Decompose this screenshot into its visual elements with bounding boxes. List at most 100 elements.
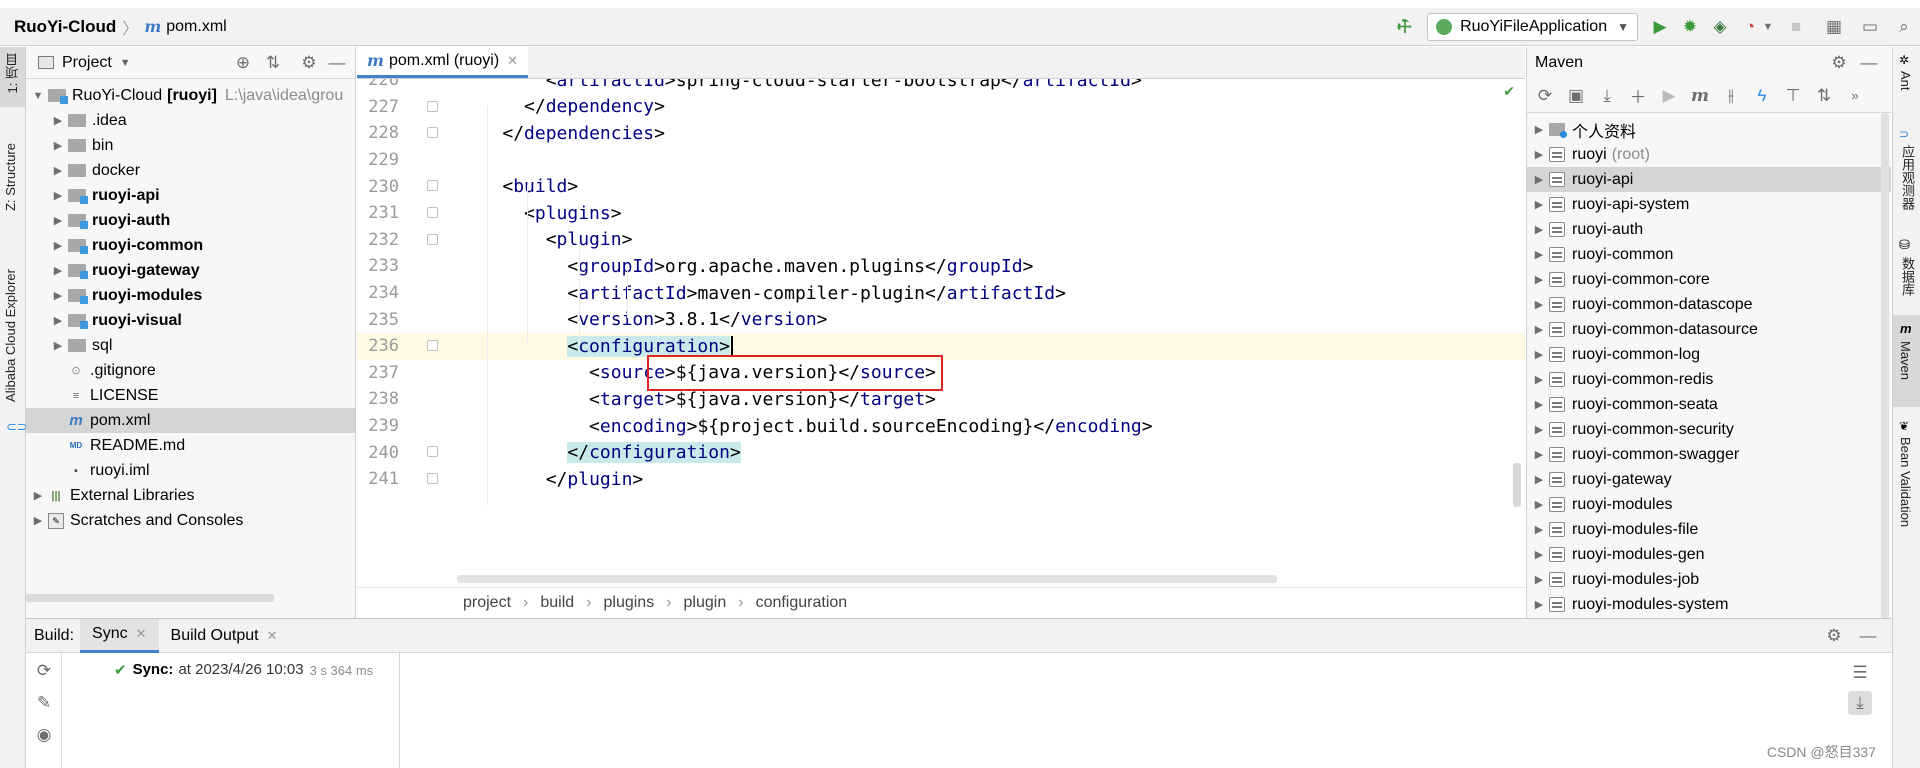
collapsed-arrow-icon[interactable]: ▶ (1529, 323, 1549, 336)
gear-icon[interactable]: ⚙ (297, 51, 321, 75)
collapsed-arrow-icon[interactable]: ▶ (1529, 373, 1549, 386)
tree-item[interactable]: ▶ .idea (26, 108, 355, 133)
stop-icon[interactable]: ■ (1784, 15, 1808, 39)
collapsed-arrow-icon[interactable]: ▶ (1529, 298, 1549, 311)
code-line[interactable]: 240 </configuration> (357, 439, 1525, 466)
layout-icon[interactable]: ▭ (1858, 15, 1882, 39)
collapsed-arrow-icon[interactable]: ▶ (48, 289, 68, 302)
close-tab-icon[interactable]: ✕ (136, 626, 147, 642)
run-maven-icon[interactable]: ▶ (1657, 84, 1681, 108)
tree-file[interactable]: ▪ ruoyi.iml (26, 458, 355, 483)
build-tree[interactable]: ✔ Sync: at 2023/4/26 10:03 3 s 364 ms (62, 653, 400, 768)
code-line[interactable]: 230 <build> (357, 173, 1525, 200)
profile-dropdown-icon[interactable]: ▼ (1762, 15, 1774, 39)
collapsed-arrow-icon[interactable]: ▶ (1529, 148, 1549, 161)
fold-marker-icon[interactable] (427, 207, 438, 218)
collapsed-arrow-icon[interactable]: ▶ (1529, 348, 1549, 361)
maven-project-item[interactable]: ▶ ruoyi-api-system (1527, 192, 1891, 217)
code-line[interactable]: 227 </dependency> (357, 94, 1525, 121)
fold-marker-icon[interactable] (427, 100, 438, 112)
tree-item[interactable]: ▶ ruoyi-visual (26, 308, 355, 333)
editor-horizontal-scrollbar[interactable] (457, 575, 1277, 583)
breadcrumb-item[interactable]: plugins (604, 594, 655, 612)
breadcrumb-item[interactable]: plugin (684, 594, 727, 612)
collapsed-arrow-icon[interactable]: ▶ (1529, 548, 1549, 561)
collapsed-arrow-icon[interactable]: ▶ (48, 214, 68, 227)
maven-project-item[interactable]: ▶ ruoyi-common-log (1527, 342, 1891, 367)
gear-icon[interactable]: ⚙ (1822, 624, 1846, 648)
tree-file[interactable]: ⊙ .gitignore (26, 358, 355, 383)
debug-icon[interactable]: ✹ (1678, 15, 1702, 39)
add-icon[interactable]: ＋ (1626, 84, 1650, 108)
tree-item[interactable]: ▶ bin (26, 133, 355, 158)
maven-project-item[interactable]: ▶ ruoyi-common-swagger (1527, 442, 1891, 467)
collapsed-arrow-icon[interactable]: ▶ (1529, 473, 1549, 486)
tab-build-output[interactable]: Build Output ✕ (159, 619, 290, 653)
maven-project-item[interactable]: ▶ ruoyi-common-security (1527, 417, 1891, 442)
tool-tab-bean-validation[interactable]: Bean Validation (1898, 437, 1913, 527)
tab-pom-xml[interactable]: m pom.xml (ruoyi) ✕ (357, 46, 529, 78)
breadcrumb-item[interactable]: build (540, 594, 574, 612)
tree-external-libraries[interactable]: ▶ ||| External Libraries (26, 483, 355, 508)
collapsed-arrow-icon[interactable]: ▶ (1529, 398, 1549, 411)
maven-project-item[interactable]: ▶ ruoyi-common-redis (1527, 367, 1891, 392)
collapsed-arrow-icon[interactable]: ▶ (1529, 448, 1549, 461)
download-icon[interactable]: ⤓ (1595, 84, 1619, 108)
tool-tab-alibaba-cloud[interactable]: Alibaba Cloud Explorer (3, 269, 18, 402)
collapsed-arrow-icon[interactable]: ▶ (48, 139, 68, 152)
tree-item[interactable]: ▶ ruoyi-modules (26, 283, 355, 308)
reload-icon[interactable]: ⟳ (1533, 84, 1557, 108)
vertical-scrollbar[interactable] (1513, 463, 1521, 507)
code-line[interactable]: 241 </plugin> (357, 466, 1525, 493)
collapsed-arrow-icon[interactable]: ▶ (1529, 498, 1549, 511)
tree-item[interactable]: ▶ ruoyi-common (26, 233, 355, 258)
code-line[interactable]: 229 (357, 147, 1525, 174)
collapse-all-icon[interactable]: ⇅ (1812, 84, 1836, 108)
collapsed-arrow-icon[interactable]: ▶ (1529, 173, 1549, 186)
code-line[interactable]: 226 <artifactId>spring-cloud-starter-boo… (357, 79, 1525, 94)
code-editor[interactable]: 226 <artifactId>spring-cloud-starter-boo… (357, 79, 1525, 587)
code-line[interactable]: 235 <version>3.8.1</version> (357, 306, 1525, 333)
tool-tab-ant[interactable]: Ant (1898, 71, 1913, 91)
close-tab-icon[interactable]: ✕ (267, 628, 278, 644)
profile-icon[interactable]: ◔ (1738, 15, 1762, 39)
breadcrumb-project[interactable]: RuoYi-Cloud (14, 17, 116, 37)
code-line[interactable]: 234 <artifactId>maven-compiler-plugin</a… (357, 280, 1525, 307)
collapsed-arrow-icon[interactable]: ▶ (1529, 248, 1549, 261)
maven-project-item[interactable]: ▶ ruoyi-common-core (1527, 267, 1891, 292)
tree-file[interactable]: MD README.md (26, 433, 355, 458)
collapsed-arrow-icon[interactable]: ▶ (1529, 123, 1549, 136)
maven-project-item[interactable]: ▶ ruoyi-api (1527, 167, 1891, 192)
more-icon[interactable]: » (1843, 84, 1867, 108)
run-configuration-select[interactable]: RuoYiFileApplication ▼ (1427, 12, 1638, 41)
breadcrumb-item[interactable]: project (463, 594, 511, 612)
skip-tests-icon[interactable]: ϟ (1750, 84, 1774, 108)
tree-item[interactable]: ▶ ruoyi-api (26, 183, 355, 208)
collapsed-arrow-icon[interactable]: ▶ (48, 164, 68, 177)
tree-scratches[interactable]: ▶ ✎ Scratches and Consoles (26, 508, 355, 533)
execute-goal-icon[interactable]: m (1688, 84, 1712, 108)
tree-file[interactable]: m pom.xml (26, 408, 355, 433)
collapsed-arrow-icon[interactable]: ▶ (1529, 523, 1549, 536)
maven-project-item[interactable]: ▶ ruoyi-modules (1527, 492, 1891, 517)
collapsed-arrow-icon[interactable]: ▶ (48, 114, 68, 127)
fold-marker-icon[interactable] (427, 180, 438, 192)
run-icon[interactable]: ▶ (1648, 15, 1672, 39)
toggle-offline-icon[interactable]: ⫲ (1719, 84, 1743, 108)
fold-marker-icon[interactable] (427, 446, 438, 458)
maven-project-item[interactable]: ▶ ruoyi-modules-job (1527, 567, 1891, 592)
code-line[interactable]: 231 <plugins> (357, 200, 1525, 227)
maven-project-item[interactable]: ▶ 个人资料 (1527, 117, 1891, 142)
collapsed-arrow-icon[interactable]: ▶ (1529, 223, 1549, 236)
fold-marker-icon[interactable] (427, 340, 438, 351)
fold-marker-icon[interactable] (427, 127, 438, 139)
collapsed-arrow-icon[interactable]: ▶ (48, 239, 68, 252)
minimize-icon[interactable]: — (1857, 51, 1881, 75)
minimize-icon[interactable]: — (1856, 624, 1880, 648)
inspection-ok-icon[interactable]: ✔ (1503, 83, 1515, 100)
tree-file[interactable]: ≡ LICENSE (26, 383, 355, 408)
reload-icon[interactable]: ⟳ (32, 659, 56, 683)
breadcrumb-file[interactable]: pom.xml (166, 18, 226, 36)
tool-tab-database[interactable]: 数据库 (1898, 257, 1917, 296)
collapsed-arrow-icon[interactable]: ▶ (1529, 598, 1549, 611)
